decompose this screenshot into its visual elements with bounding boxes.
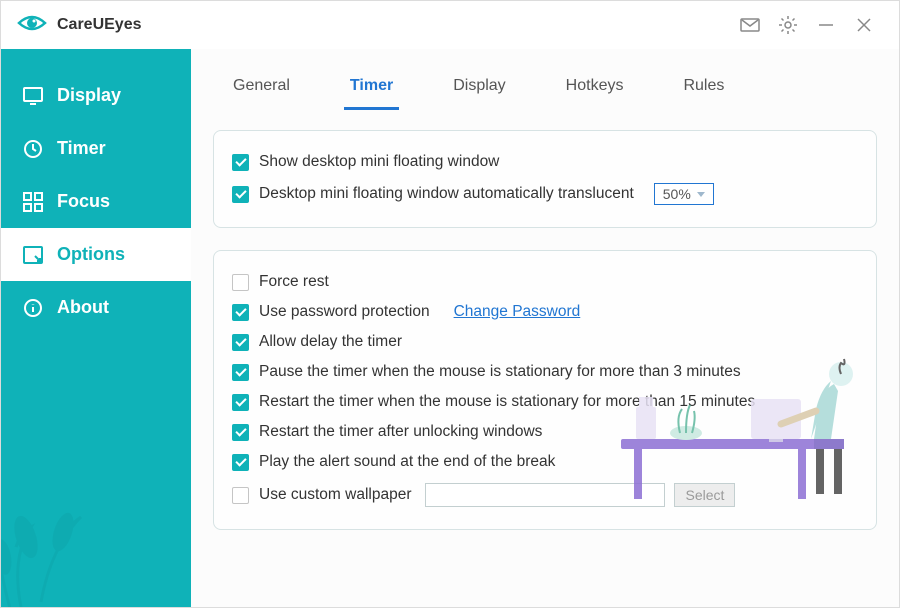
info-icon <box>23 298 43 318</box>
sidebar-item-label: Focus <box>57 191 110 212</box>
tab-display[interactable]: Display <box>447 69 511 110</box>
label-pause-stationary: Pause the timer when the mouse is statio… <box>259 363 741 381</box>
close-button[interactable] <box>845 6 883 44</box>
sidebar-item-display[interactable]: Display <box>1 69 191 122</box>
checkbox-restart-unlock[interactable] <box>232 424 249 441</box>
options-icon <box>23 245 43 265</box>
label-play-alert: Play the alert sound at the end of the b… <box>259 453 555 471</box>
input-wallpaper-path[interactable] <box>425 483 665 507</box>
checkbox-pause-stationary[interactable] <box>232 364 249 381</box>
tab-rules[interactable]: Rules <box>677 69 730 110</box>
label-show-mini: Show desktop mini floating window <box>259 153 499 171</box>
checkbox-force-rest[interactable] <box>232 274 249 291</box>
tabs: General Timer Display Hotkeys Rules <box>213 61 877 110</box>
tab-timer[interactable]: Timer <box>344 69 399 110</box>
sidebar-item-timer[interactable]: Timer <box>1 122 191 175</box>
label-restart-stationary: Restart the timer when the mouse is stat… <box>259 393 755 411</box>
label-force-rest: Force rest <box>259 273 329 291</box>
select-opacity-value: 50% <box>663 186 691 202</box>
sidebar-item-label: Timer <box>57 138 106 159</box>
chevron-down-icon <box>697 192 705 197</box>
checkbox-allow-delay[interactable] <box>232 334 249 351</box>
sidebar-item-label: About <box>57 297 109 318</box>
app-title: CareUEyes <box>57 16 142 34</box>
monitor-icon <box>23 86 43 106</box>
clock-icon <box>23 139 43 159</box>
app-logo-icon <box>17 11 47 40</box>
minimize-button[interactable] <box>807 6 845 44</box>
panel-floating-window: Show desktop mini floating window Deskto… <box>213 130 877 228</box>
label-password-protection: Use password protection <box>259 303 430 321</box>
app-window: CareUEyes Display <box>0 0 900 608</box>
checkbox-auto-translucent[interactable] <box>232 186 249 203</box>
link-change-password[interactable]: Change Password <box>454 303 581 321</box>
checkbox-play-alert[interactable] <box>232 454 249 471</box>
label-restart-unlock: Restart the timer after unlocking window… <box>259 423 542 441</box>
sidebar-item-about[interactable]: About <box>1 281 191 334</box>
tab-hotkeys[interactable]: Hotkeys <box>560 69 630 110</box>
label-auto-translucent: Desktop mini floating window automatical… <box>259 185 634 203</box>
button-select-wallpaper[interactable]: Select <box>674 483 735 507</box>
titlebar: CareUEyes <box>1 1 899 49</box>
sidebar-item-label: Options <box>57 244 125 265</box>
panel-timer-options: Force rest Use password protection Chang… <box>213 250 877 530</box>
label-allow-delay: Allow delay the timer <box>259 333 402 351</box>
grid-icon <box>23 192 43 212</box>
checkbox-show-mini[interactable] <box>232 154 249 171</box>
sidebar-item-label: Display <box>57 85 121 106</box>
select-opacity[interactable]: 50% <box>654 183 714 205</box>
sidebar-decoration <box>1 437 181 607</box>
sidebar: Display Timer Focus Options <box>1 49 191 607</box>
tab-general[interactable]: General <box>227 69 296 110</box>
checkbox-custom-wallpaper[interactable] <box>232 487 249 504</box>
settings-button[interactable] <box>769 6 807 44</box>
label-custom-wallpaper: Use custom wallpaper <box>259 486 411 504</box>
feedback-button[interactable] <box>731 6 769 44</box>
main-content: General Timer Display Hotkeys Rules Show… <box>191 49 899 607</box>
checkbox-restart-stationary[interactable] <box>232 394 249 411</box>
checkbox-password-protection[interactable] <box>232 304 249 321</box>
sidebar-item-focus[interactable]: Focus <box>1 175 191 228</box>
sidebar-item-options[interactable]: Options <box>1 228 191 281</box>
